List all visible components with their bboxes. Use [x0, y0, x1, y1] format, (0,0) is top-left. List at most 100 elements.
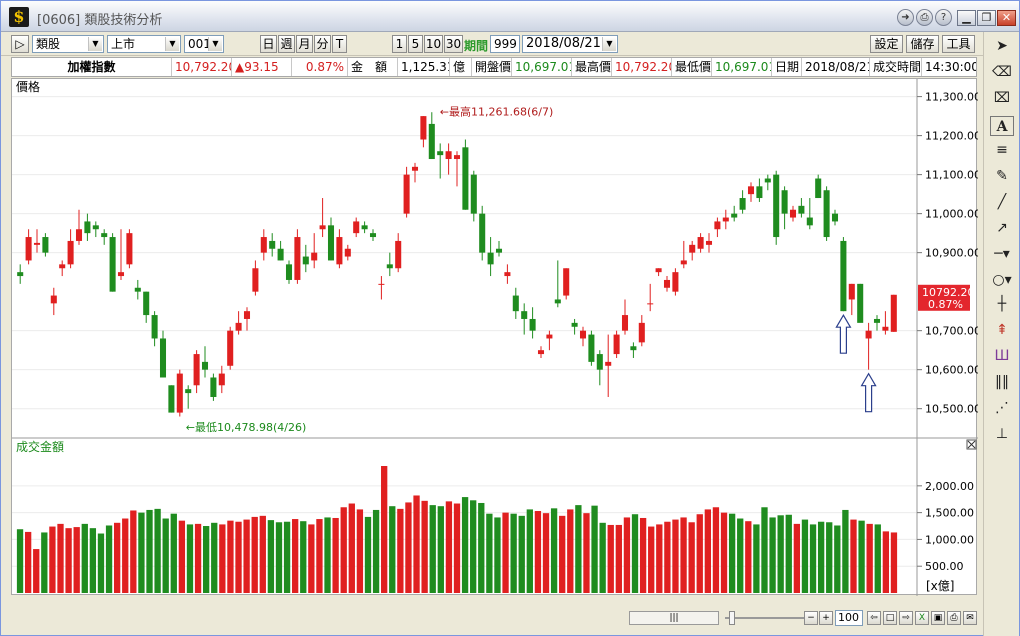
- window-title: [0606] 類股技術分析: [37, 13, 163, 28]
- settings-button[interactable]: 設定: [870, 35, 903, 53]
- candlestick: [462, 139, 469, 210]
- volume-bar: [243, 519, 250, 593]
- volume-bar: [324, 517, 331, 593]
- minute-1-button[interactable]: 1: [392, 35, 407, 53]
- tools-button[interactable]: 工具: [942, 35, 975, 53]
- eraser-all-icon[interactable]: ⌧: [990, 88, 1014, 108]
- minute-5-button[interactable]: 5: [408, 35, 423, 53]
- volume-bar: [97, 533, 105, 593]
- last-price: 10,792.20: [172, 58, 232, 76]
- candle-body: [344, 248, 351, 257]
- lines-tool-icon[interactable]: ≡: [990, 140, 1014, 160]
- chart-bottom-bar: ||| − + 100 ⇦ □ ⇨ X ▣ ⎙ ✉: [11, 607, 977, 629]
- volume-bar: [364, 516, 372, 593]
- candle-body: [386, 264, 393, 269]
- candlestick: [25, 229, 32, 265]
- period-tick-button[interactable]: T: [332, 35, 347, 53]
- candle-body: [521, 311, 528, 319]
- minute-30-button[interactable]: 30: [444, 35, 463, 53]
- zoom-input[interactable]: 100: [835, 610, 863, 626]
- volume-close-icon[interactable]: [966, 439, 977, 450]
- zoom-slider-thumb[interactable]: [729, 611, 735, 625]
- line-tool-icon[interactable]: ╱: [990, 192, 1014, 212]
- vertical-marker-icon[interactable]: ┼: [990, 294, 1014, 314]
- candle-body: [33, 242, 41, 245]
- close-button[interactable]: ✕: [997, 10, 1016, 26]
- save-disk-icon[interactable]: ▣: [931, 611, 945, 625]
- eraser-icon[interactable]: ⌫: [990, 62, 1014, 82]
- period-month-button[interactable]: 月: [296, 35, 313, 53]
- candle-body: [848, 283, 855, 300]
- zoom-out-icon[interactable]: −: [804, 611, 818, 625]
- period-input[interactable]: 999: [490, 35, 520, 53]
- zoom-slider-track[interactable]: [725, 617, 805, 619]
- period-week-button[interactable]: 週: [278, 35, 295, 53]
- volume-tick-label: 500.00: [925, 560, 964, 573]
- scroll-left-icon[interactable]: ⇦: [867, 611, 881, 625]
- candlestick: [277, 240, 284, 261]
- minimize-button[interactable]: ▁: [957, 10, 976, 26]
- forward-icon[interactable]: ➜: [897, 9, 914, 26]
- candle-body: [890, 294, 897, 332]
- candlestick: [731, 205, 738, 222]
- high-value: 10,792.20: [612, 58, 672, 76]
- volume-panel-label: 成交金額: [16, 439, 64, 454]
- high-label: 最高價: [572, 58, 612, 76]
- category-select[interactable]: 類股 ▼: [32, 35, 104, 53]
- candle-body: [697, 237, 704, 249]
- volume-tick-label: 2,000.00: [925, 480, 974, 493]
- volume-bar: [753, 524, 760, 593]
- print-chart-icon[interactable]: ⎙: [947, 611, 961, 625]
- candlestick: [487, 237, 494, 277]
- candle-body: [537, 350, 545, 355]
- email-icon[interactable]: ✉: [963, 611, 977, 625]
- help-icon[interactable]: ?: [935, 9, 952, 26]
- minute-10-button[interactable]: 10: [424, 35, 443, 53]
- color-picker-icon[interactable]: ✎: [990, 166, 1014, 186]
- candle-body: [201, 361, 209, 370]
- scroll-right-icon[interactable]: ⇨: [899, 611, 913, 625]
- arrow-tool-icon[interactable]: ↗: [990, 218, 1014, 238]
- candlestick: [554, 260, 561, 308]
- fan-tool-icon[interactable]: ⋰: [990, 398, 1014, 418]
- price-volume-chart[interactable]: 價格 成交金額 [x億] 11,300.00 11,200.00 11,100.00…: [12, 79, 981, 613]
- volume-bar: [227, 520, 234, 593]
- market-select[interactable]: 上市 ▼: [107, 35, 181, 53]
- restore-button[interactable]: ❐: [977, 10, 996, 26]
- save-button[interactable]: 儲存: [906, 35, 939, 53]
- stop-icon[interactable]: □: [883, 611, 897, 625]
- candle-body: [235, 322, 242, 331]
- horizontal-scrollbar[interactable]: |||: [629, 611, 719, 625]
- volume-bar: [421, 500, 428, 593]
- fibonacci-icon[interactable]: Ш: [990, 346, 1014, 366]
- date-select[interactable]: 2018/08/21 ▼: [522, 35, 618, 53]
- candle-body: [865, 330, 872, 339]
- candle-body: [361, 225, 368, 230]
- price-tick-label: 11,200.00: [925, 130, 978, 143]
- ruler-tool-icon[interactable]: ⊥: [990, 424, 1014, 444]
- export-excel-icon[interactable]: X: [915, 611, 929, 625]
- code-select[interactable]: 001 ▼: [184, 35, 224, 53]
- period-minute-button[interactable]: 分: [314, 35, 331, 53]
- zoom-in-icon[interactable]: +: [819, 611, 833, 625]
- play-button[interactable]: ▷: [11, 35, 29, 53]
- text-tool-icon[interactable]: A: [990, 116, 1014, 136]
- candle-body: [462, 147, 469, 210]
- pointer-icon[interactable]: ➤: [990, 36, 1014, 56]
- candle-body: [395, 240, 402, 269]
- candle-marker-icon[interactable]: ⇞: [990, 320, 1014, 340]
- horizontal-line-icon[interactable]: ─▾: [990, 244, 1014, 264]
- print-icon[interactable]: ⎙: [916, 9, 933, 26]
- volume-bar: [178, 520, 186, 593]
- candle-body: [134, 287, 141, 292]
- circle-tool-icon[interactable]: ○▾: [990, 270, 1014, 290]
- candlestick: [378, 276, 385, 300]
- volume-tick-label: 1,500.00: [925, 507, 974, 520]
- volume-bar: [534, 511, 542, 593]
- vertical-lines-icon[interactable]: ‖‖: [990, 372, 1014, 392]
- period-day-button[interactable]: 日: [260, 35, 277, 53]
- volume-bar: [809, 524, 817, 593]
- candle-body: [369, 233, 377, 238]
- candle-body: [252, 268, 259, 292]
- candlestick: [369, 229, 377, 241]
